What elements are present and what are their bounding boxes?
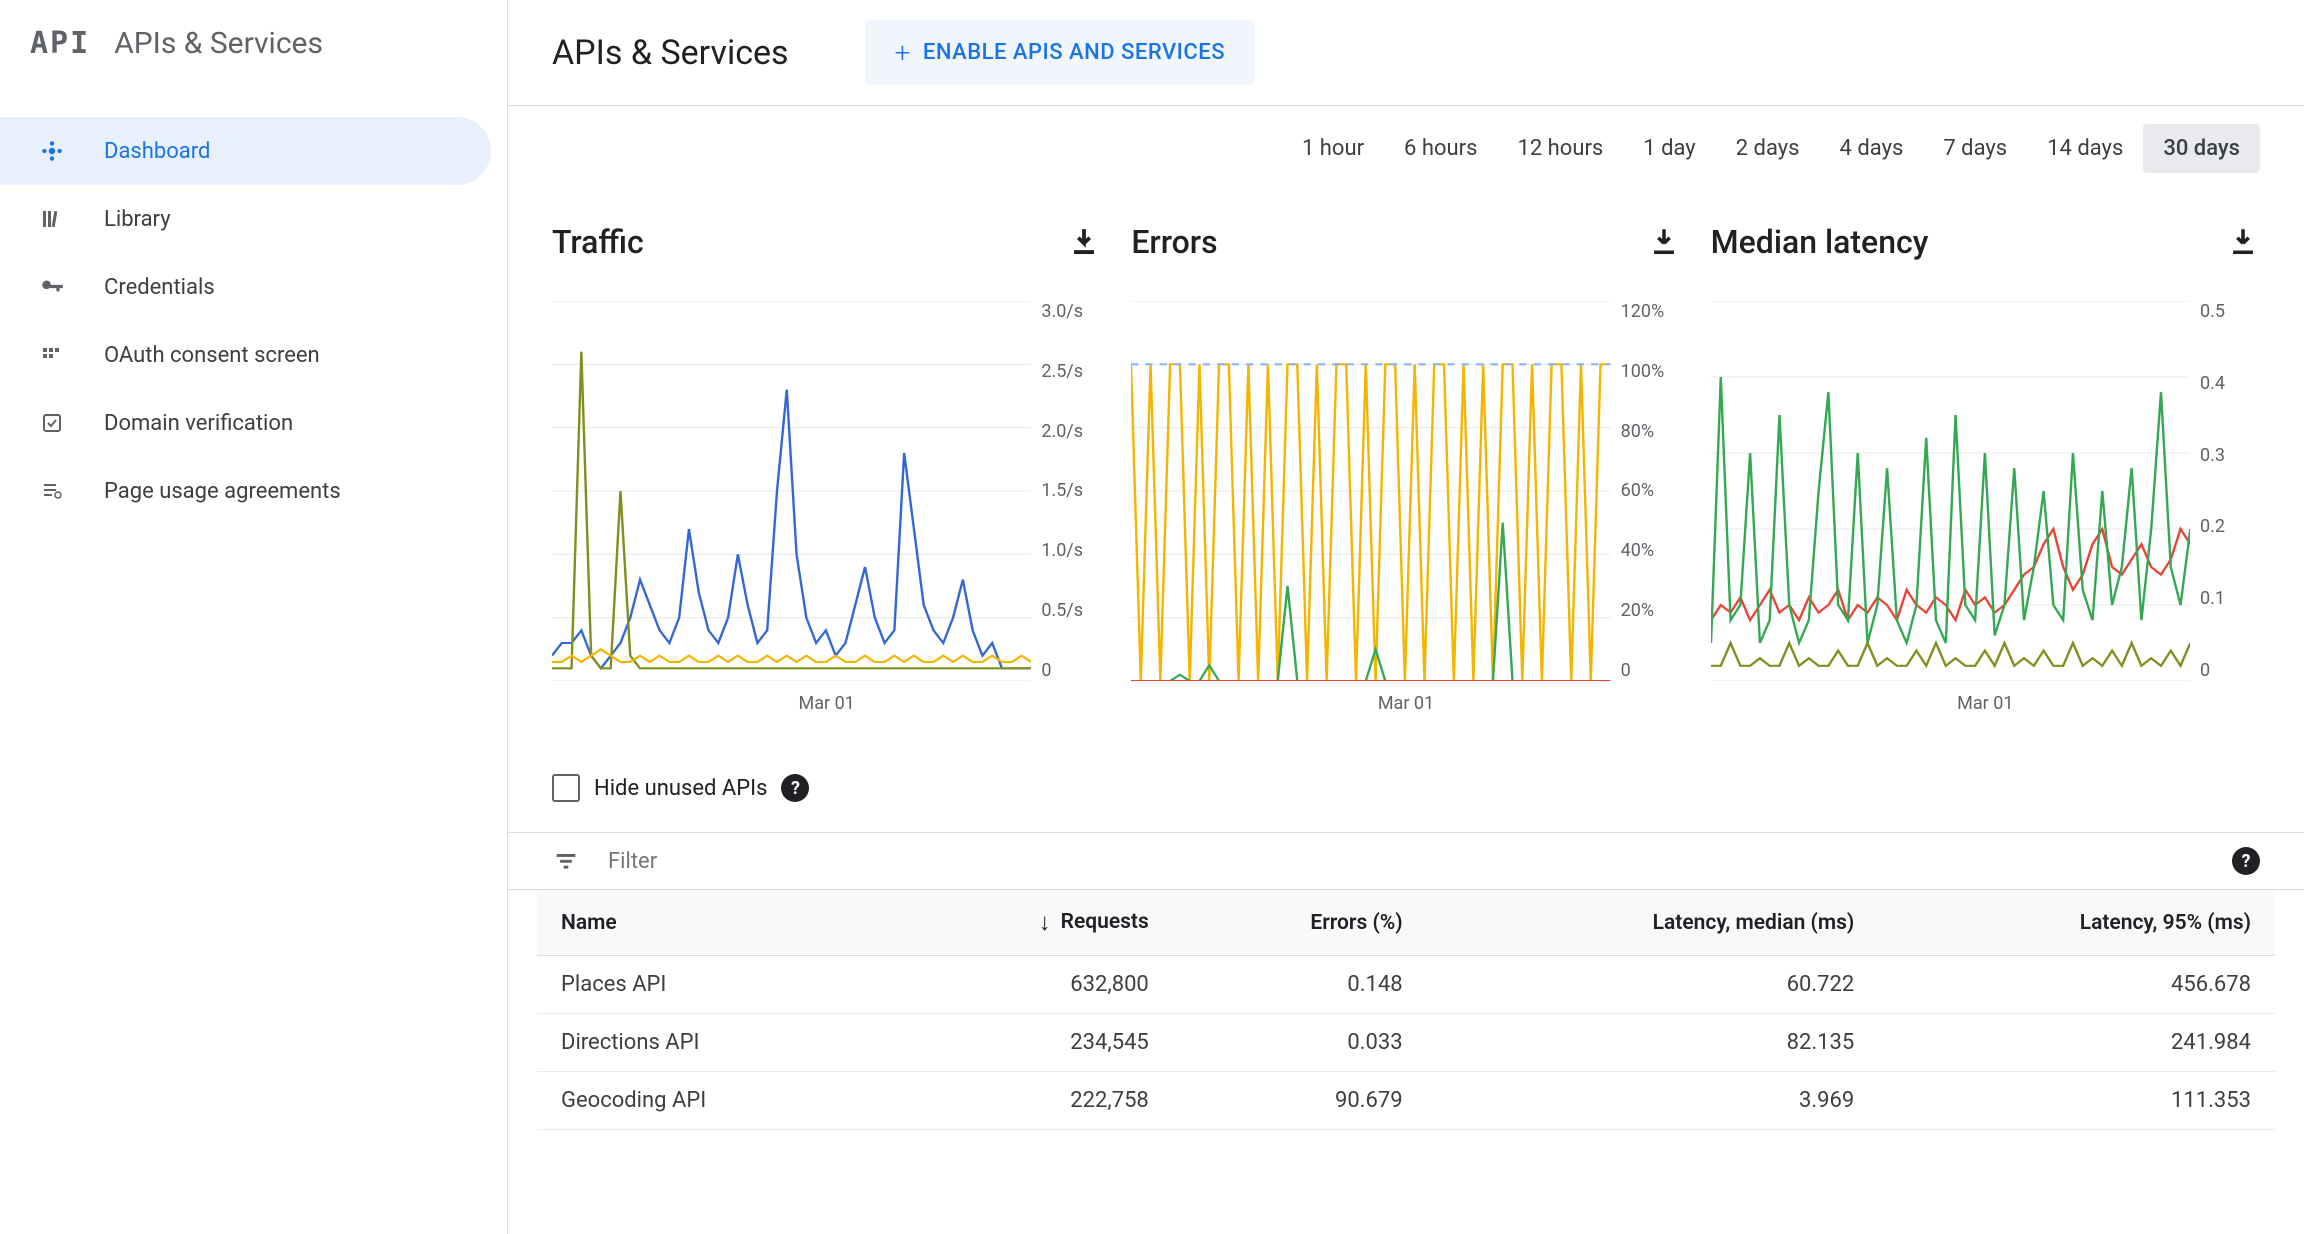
charts-row: Traffic 3.0/s2.5/s2.0/s1.5/s1.0/s0.5/s0 … xyxy=(508,173,2304,744)
sidebar-item-label: Dashboard xyxy=(104,139,210,164)
cell-latency_95: 241.984 xyxy=(1878,1014,2275,1072)
sidebar-item-label: Page usage agreements xyxy=(104,479,341,504)
latency-chart-svg xyxy=(1711,301,2190,681)
sidebar-item-label: Library xyxy=(104,207,171,232)
chart-x-label: Mar 01 xyxy=(1131,693,1680,714)
sidebar-nav: Dashboard Library Credentials OAuth cons… xyxy=(0,117,507,525)
time-range-option[interactable]: 6 hours xyxy=(1384,124,1497,173)
sidebar: API APIs & Services Dashboard Library xyxy=(0,0,508,1234)
help-icon[interactable]: ? xyxy=(2232,847,2260,875)
consent-icon xyxy=(38,341,66,369)
col-latency-median[interactable]: Latency, median (ms) xyxy=(1427,890,1879,956)
time-range-option[interactable]: 2 days xyxy=(1716,124,1820,173)
hide-unused-row: Hide unused APIs ? xyxy=(508,744,2304,832)
enable-apis-button[interactable]: + ENABLE APIS AND SERVICES xyxy=(865,20,1255,85)
cell-name: Places API xyxy=(537,956,887,1014)
cell-requests: 234,545 xyxy=(887,1014,1173,1072)
sidebar-item-label: Domain verification xyxy=(104,411,293,436)
cell-requests: 632,800 xyxy=(887,956,1173,1014)
time-range-selector: 1 hour6 hours12 hours1 day2 days4 days7 … xyxy=(508,106,2304,173)
api-logo: API xyxy=(30,26,90,61)
chart-title: Errors xyxy=(1131,223,1217,261)
sidebar-item-dashboard[interactable]: Dashboard xyxy=(0,117,491,185)
dashboard-icon xyxy=(38,137,66,165)
chart-latency: Median latency 0.50.40.30.20.10 Mar 01 xyxy=(1711,223,2260,714)
sidebar-item-label: OAuth consent screen xyxy=(104,343,320,368)
sidebar-header: API APIs & Services xyxy=(0,0,507,87)
table-row[interactable]: Places API632,8000.14860.722456.678 xyxy=(537,956,2275,1014)
col-latency-95[interactable]: Latency, 95% (ms) xyxy=(1878,890,2275,956)
sidebar-item-label: Credentials xyxy=(104,275,215,300)
col-requests[interactable]: ↓Requests xyxy=(887,890,1173,956)
chart-title: Traffic xyxy=(552,223,644,261)
help-icon[interactable]: ? xyxy=(781,774,809,802)
chart-errors: Errors 120%100%80%60%40%20%0 Mar 01 xyxy=(1131,223,1680,714)
chart-y-axis: 120%100%80%60%40%20%0 xyxy=(1611,301,1681,681)
time-range-option[interactable]: 30 days xyxy=(2143,124,2260,173)
time-range-option[interactable]: 7 days xyxy=(1923,124,2027,173)
chart-y-axis: 3.0/s2.5/s2.0/s1.5/s1.0/s0.5/s0 xyxy=(1031,301,1101,681)
table-row[interactable]: Geocoding API222,75890.6793.969111.353 xyxy=(537,1072,2275,1130)
sidebar-item-library[interactable]: Library xyxy=(0,185,507,253)
sidebar-title: APIs & Services xyxy=(114,26,323,61)
time-range-option[interactable]: 1 day xyxy=(1623,124,1715,173)
apis-table: Name ↓Requests Errors (%) Latency, media… xyxy=(537,890,2275,1130)
time-range-option[interactable]: 1 hour xyxy=(1282,124,1384,173)
sidebar-item-page-usage[interactable]: Page usage agreements xyxy=(0,457,507,525)
cell-latency_95: 456.678 xyxy=(1878,956,2275,1014)
cell-latency_median: 60.722 xyxy=(1427,956,1879,1014)
page-title: APIs & Services xyxy=(552,33,789,73)
cell-errors: 0.033 xyxy=(1173,1014,1427,1072)
cell-latency_median: 82.135 xyxy=(1427,1014,1879,1072)
enable-button-label: ENABLE APIS AND SERVICES xyxy=(923,40,1225,65)
cell-name: Geocoding API xyxy=(537,1072,887,1130)
table-row[interactable]: Directions API234,5450.03382.135241.984 xyxy=(537,1014,2275,1072)
filter-row: ? xyxy=(508,832,2304,890)
hide-unused-label: Hide unused APIs xyxy=(594,776,767,801)
sidebar-item-oauth[interactable]: OAuth consent screen xyxy=(0,321,507,389)
sidebar-item-domain[interactable]: Domain verification xyxy=(0,389,507,457)
download-icon[interactable] xyxy=(1067,225,1101,259)
filter-icon[interactable] xyxy=(552,847,580,875)
plus-icon: + xyxy=(895,36,911,69)
library-icon xyxy=(38,205,66,233)
chart-x-label: Mar 01 xyxy=(1711,693,2260,714)
download-icon[interactable] xyxy=(1647,225,1681,259)
table-header-row: Name ↓Requests Errors (%) Latency, media… xyxy=(537,890,2275,956)
errors-chart-svg xyxy=(1131,301,1610,681)
sort-desc-icon: ↓ xyxy=(1039,908,1051,936)
cell-name: Directions API xyxy=(537,1014,887,1072)
time-range-option[interactable]: 12 hours xyxy=(1497,124,1623,173)
main-header: APIs & Services + ENABLE APIS AND SERVIC… xyxy=(508,0,2304,106)
hide-unused-checkbox[interactable] xyxy=(552,774,580,802)
chart-y-axis: 0.50.40.30.20.10 xyxy=(2190,301,2260,681)
time-range-option[interactable]: 14 days xyxy=(2027,124,2143,173)
page-settings-icon xyxy=(38,477,66,505)
main-content: APIs & Services + ENABLE APIS AND SERVIC… xyxy=(508,0,2304,1234)
traffic-chart-svg xyxy=(552,301,1031,681)
key-icon xyxy=(38,273,66,301)
cell-errors: 0.148 xyxy=(1173,956,1427,1014)
chart-title: Median latency xyxy=(1711,223,1929,261)
cell-errors: 90.679 xyxy=(1173,1072,1427,1130)
chart-x-label: Mar 01 xyxy=(552,693,1101,714)
chart-traffic: Traffic 3.0/s2.5/s2.0/s1.5/s1.0/s0.5/s0 … xyxy=(552,223,1101,714)
check-box-icon xyxy=(38,409,66,437)
col-name[interactable]: Name xyxy=(537,890,887,956)
download-icon[interactable] xyxy=(2226,225,2260,259)
col-errors[interactable]: Errors (%) xyxy=(1173,890,1427,956)
cell-requests: 222,758 xyxy=(887,1072,1173,1130)
cell-latency_median: 3.969 xyxy=(1427,1072,1879,1130)
filter-input[interactable] xyxy=(608,849,2204,874)
time-range-option[interactable]: 4 days xyxy=(1820,124,1924,173)
cell-latency_95: 111.353 xyxy=(1878,1072,2275,1130)
sidebar-item-credentials[interactable]: Credentials xyxy=(0,253,507,321)
